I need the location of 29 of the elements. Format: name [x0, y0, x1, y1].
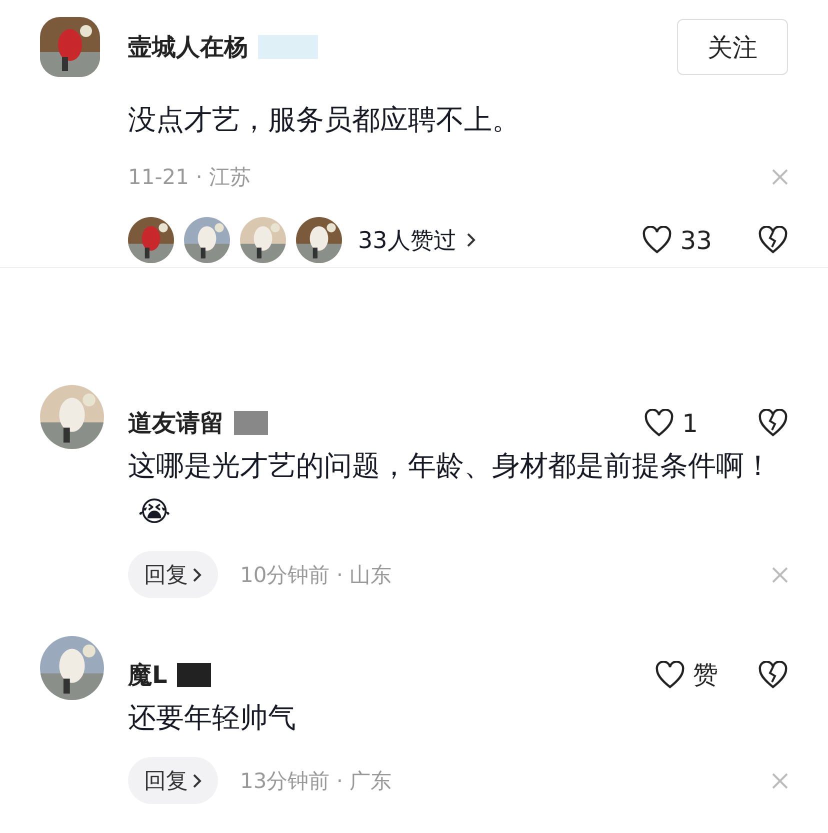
redaction-mark — [234, 411, 268, 435]
chevron-icon — [192, 566, 202, 582]
redaction-mark — [258, 35, 318, 59]
reply-button[interactable]: 回复 — [128, 757, 218, 804]
like-count: 33 — [680, 226, 712, 254]
chevron-icon — [466, 232, 476, 248]
comment-text: 这哪是光才艺的问题，年龄、身材都是前提条件啊！ 😭 — [128, 448, 773, 530]
comment-meta: 13分钟前 · 广东 — [240, 768, 392, 794]
follow-button[interactable]: 关注 — [677, 19, 788, 75]
like-count: 1 — [682, 408, 698, 438]
heart-icon[interactable] — [644, 409, 674, 437]
chevron-icon — [192, 772, 202, 788]
heart-icon[interactable] — [655, 660, 685, 688]
heart-icon[interactable] — [642, 226, 672, 254]
emoji: 😭 — [138, 495, 171, 528]
reply-button[interactable]: 回复 — [128, 551, 218, 598]
comment-text: 还要年轻帅气 — [128, 700, 297, 736]
redaction-mark — [177, 662, 212, 686]
comment-meta: 11-21 · 江苏 — [128, 164, 252, 191]
comment-meta: 10分钟前 · 山东 — [240, 562, 392, 588]
likers-link[interactable]: 33人赞过 — [358, 224, 456, 256]
like-count: 赞 — [693, 659, 718, 691]
broken-heart-icon[interactable] — [758, 660, 788, 688]
username[interactable]: 魔L — [128, 658, 168, 690]
broken-heart-icon[interactable] — [758, 409, 788, 437]
broken-heart-icon[interactable] — [758, 226, 788, 254]
username[interactable]: 道友请留 — [128, 407, 224, 439]
username[interactable]: 壸城人在杨 — [128, 31, 248, 63]
comment-text: 没点才艺，服务员都应聘不上。 — [128, 102, 521, 138]
